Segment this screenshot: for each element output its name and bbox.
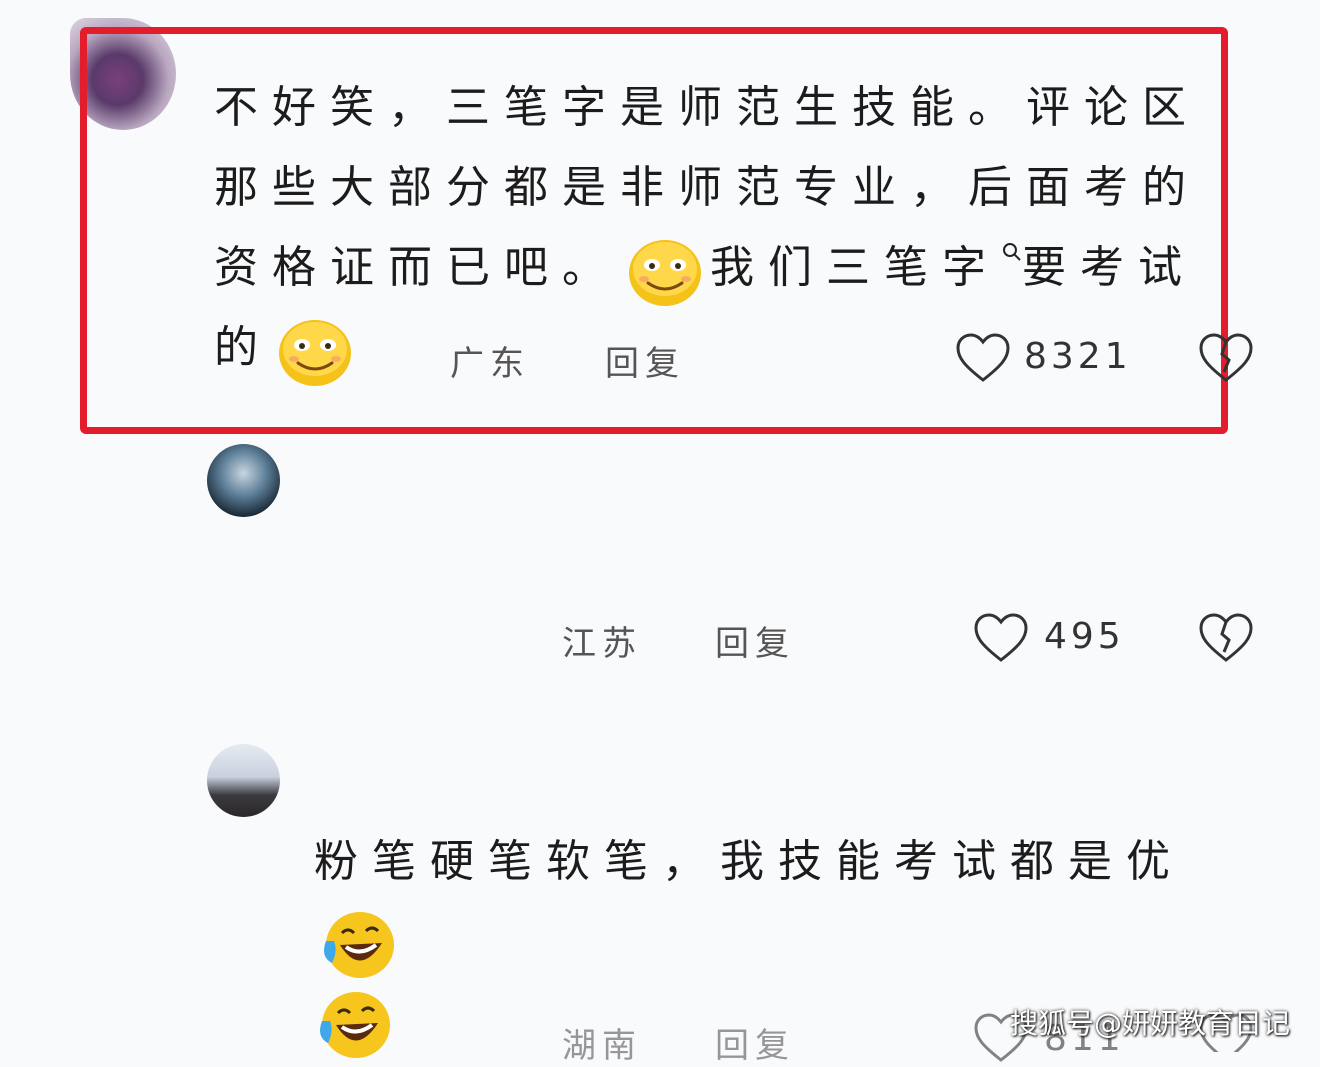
reply-button[interactable]: 回复 [715, 616, 795, 665]
comment-location: 广东 [450, 344, 530, 384]
smile-emoji [276, 315, 354, 387]
watermark: 搜狐号@妍妍教育日记 [1009, 1007, 1290, 1040]
like-count: 8321 [1024, 336, 1132, 377]
comment-location: 江苏 [562, 624, 642, 664]
user-avatar[interactable] [207, 444, 280, 517]
comment-text-part: 粉笔硬笔软笔，我技能考试都是优 [314, 836, 1184, 887]
like-count: 495 [1044, 616, 1125, 657]
reply-button[interactable]: 回复 [605, 336, 685, 385]
smile-emoji [626, 235, 704, 307]
user-avatar[interactable] [207, 744, 280, 817]
comment-location: 湖南 [562, 1026, 642, 1066]
dislike-icon[interactable] [1198, 612, 1254, 664]
reply-button[interactable]: 回复 [715, 1018, 795, 1067]
laugh-cry-emoji [318, 907, 398, 983]
dislike-icon[interactable] [1198, 332, 1254, 384]
comment-text-part: 我们三笔字 [710, 242, 1000, 293]
like-icon[interactable] [955, 332, 1011, 384]
like-icon[interactable] [973, 612, 1029, 664]
search-icon[interactable] [1000, 240, 1022, 270]
